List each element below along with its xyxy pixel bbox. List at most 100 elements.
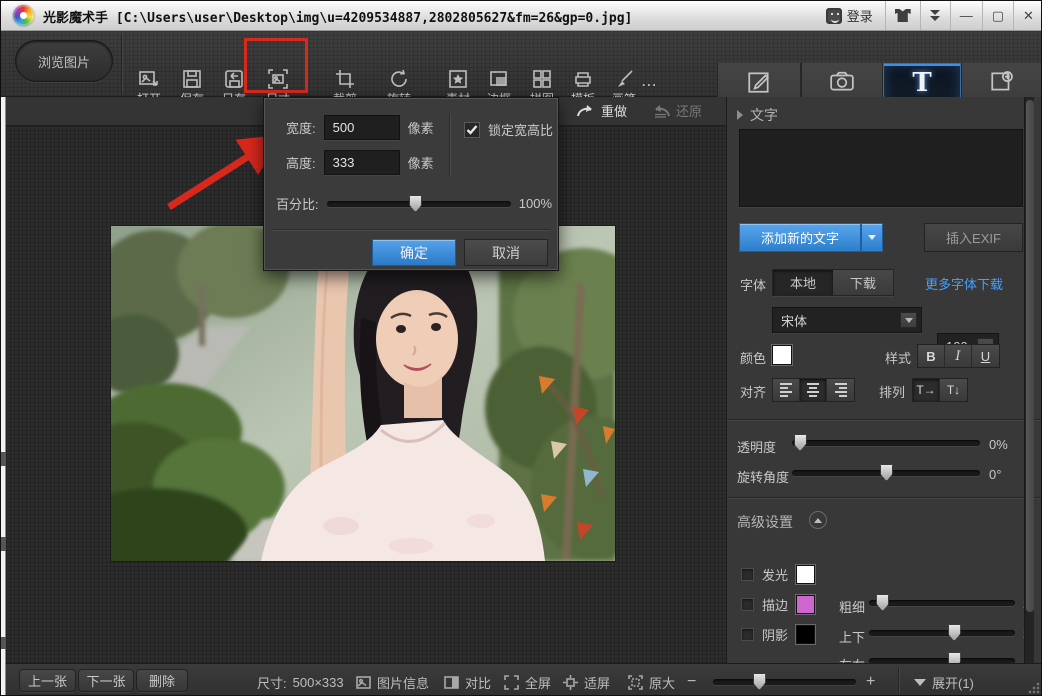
glow-checkbox[interactable] — [741, 568, 754, 581]
dialog-separator — [449, 114, 450, 176]
stroke-label: 描边 — [762, 595, 788, 614]
opacity-slider[interactable] — [792, 434, 980, 451]
opacity-value: 0% — [989, 437, 1008, 452]
dialog-divider — [272, 229, 550, 230]
redo-button[interactable]: 重做 — [576, 101, 627, 120]
vertical-text-button[interactable]: T↓ — [940, 379, 967, 401]
expand-panel-button[interactable]: 展开(1) — [914, 673, 974, 692]
login-button[interactable]: 登录 — [814, 1, 885, 30]
font-color-swatch[interactable] — [772, 345, 792, 365]
crop-icon — [334, 68, 356, 90]
fullscreen-button[interactable]: 全屏 — [504, 673, 551, 692]
resize-dialog: 宽度: 像素 锁定宽高比 高度: 像素 百分比: — [263, 97, 559, 271]
text-entry-area[interactable] — [739, 129, 1023, 207]
add-text-dropdown[interactable] — [861, 223, 883, 252]
restore-button[interactable]: 还原 — [651, 101, 702, 120]
percent-slider-thumb[interactable] — [409, 195, 422, 212]
width-label: 宽度: — [286, 118, 316, 137]
cancel-button[interactable]: 取消 — [464, 239, 548, 266]
opacity-slider-thumb[interactable] — [794, 434, 807, 451]
resize-icon — [267, 68, 289, 90]
bold-button[interactable]: B — [918, 345, 945, 367]
scrollbar-thumb[interactable] — [1026, 100, 1034, 612]
shadow-horizontal-slider-thumb[interactable] — [948, 652, 961, 663]
align-center-button[interactable] — [800, 379, 827, 401]
width-input[interactable] — [324, 115, 400, 140]
lock-ratio-checkbox[interactable] — [464, 122, 480, 138]
zoom-out-button[interactable]: − — [687, 673, 696, 691]
shadow-color-swatch[interactable] — [796, 625, 815, 644]
canvas-area: 重做 还原 — [6, 97, 726, 663]
font-family-select[interactable]: 宋体 — [772, 307, 922, 333]
advanced-collapse-button[interactable] — [809, 511, 827, 529]
more-tools-button[interactable]: ⋯ — [641, 75, 659, 95]
prev-image-button[interactable]: 上一张 — [19, 669, 76, 692]
shadow-vertical-slider-thumb[interactable] — [948, 624, 961, 641]
add-text-button[interactable]: 添加新的文字 — [739, 223, 861, 252]
arrange-label: 排列 — [879, 382, 905, 401]
original-size-icon — [628, 675, 643, 690]
maximize-button[interactable]: ▢ — [982, 1, 1013, 30]
stack-icon — [572, 68, 594, 90]
fit-screen-label: 适屏 — [584, 673, 610, 692]
original-size-label: 原大 — [649, 673, 675, 692]
italic-button[interactable]: I — [945, 345, 972, 367]
advanced-settings-label: 高级设置 — [737, 512, 793, 532]
skin-button[interactable] — [885, 1, 920, 30]
compare-label: 对比 — [465, 673, 491, 692]
stroke-checkbox[interactable] — [741, 598, 754, 611]
tab-download-fonts[interactable]: 下载 — [833, 270, 893, 295]
double-chevron-down-icon — [930, 10, 940, 21]
next-image-button[interactable]: 下一张 — [78, 669, 134, 692]
percent-value: 100% — [519, 196, 552, 211]
align-left-button[interactable] — [773, 379, 800, 401]
image-info-button[interactable]: 图片信息 — [356, 673, 429, 692]
fit-screen-button[interactable]: 适屏 — [563, 673, 610, 692]
panel-divider — [727, 419, 1042, 420]
original-size-button[interactable]: 原大 — [628, 673, 675, 692]
horizontal-text-button[interactable]: T→ — [913, 379, 940, 401]
ok-button[interactable]: 确定 — [372, 239, 456, 266]
minimize-button[interactable]: — — [950, 1, 982, 30]
align-right-button[interactable] — [827, 379, 854, 401]
zoom-slider[interactable] — [713, 673, 856, 690]
stroke-width-slider-thumb[interactable] — [876, 594, 889, 611]
delete-image-button[interactable]: 删除 — [136, 669, 188, 692]
shadow-horizontal-slider[interactable] — [869, 652, 1015, 663]
percent-slider[interactable] — [327, 195, 511, 212]
shadow-vertical-slider[interactable] — [869, 624, 1015, 641]
rotation-slider-thumb[interactable] — [880, 464, 893, 481]
resize-grip[interactable] — [1028, 682, 1040, 694]
login-label: 登录 — [847, 6, 873, 25]
expand-label: 展开(1) — [932, 673, 974, 692]
select-caret[interactable] — [900, 312, 917, 328]
save-as-icon — [223, 68, 245, 90]
photo[interactable] — [111, 226, 615, 561]
restore-label: 还原 — [676, 101, 702, 120]
zoom-in-button[interactable]: + — [866, 673, 875, 691]
stroke-color-swatch[interactable] — [796, 595, 815, 614]
height-input[interactable] — [324, 150, 400, 175]
glow-color-swatch[interactable] — [796, 565, 815, 584]
shadow-checkbox[interactable] — [741, 628, 754, 641]
underline-button[interactable]: U — [972, 345, 999, 367]
browse-images-button[interactable]: 浏览图片 — [15, 40, 113, 82]
app-logo-icon — [13, 5, 34, 26]
stroke-width-slider[interactable] — [869, 594, 1015, 611]
panel-scrollbar[interactable] — [1024, 97, 1034, 663]
style-label: 样式 — [885, 348, 911, 367]
camera-icon — [829, 69, 855, 95]
fullscreen-label: 全屏 — [525, 673, 551, 692]
tab-local-fonts[interactable]: 本地 — [773, 270, 833, 295]
window-title: 光影魔术手 [C:\Users\user\Desktop\img\u=42095… — [43, 7, 632, 26]
stroke-width-label: 粗细 — [839, 597, 865, 616]
insert-exif-button[interactable]: 插入EXIF — [924, 223, 1023, 252]
zoom-slider-thumb[interactable] — [753, 673, 766, 690]
more-fonts-link[interactable]: 更多字体下载 — [925, 274, 1003, 293]
panel-collapse-arrow-icon[interactable] — [737, 110, 743, 120]
percent-label: 百分比: — [276, 194, 319, 213]
minimize-to-tray-button[interactable] — [920, 1, 950, 30]
close-button[interactable]: ✕ — [1013, 1, 1042, 30]
rotation-slider[interactable] — [792, 464, 980, 481]
compare-button[interactable]: 对比 — [444, 673, 491, 692]
